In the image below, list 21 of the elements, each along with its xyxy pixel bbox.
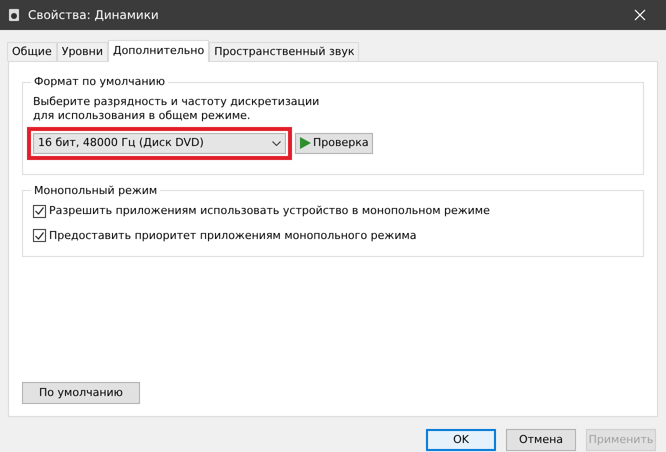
dialog-button[interactable]: Отмена (506, 429, 576, 451)
checkbox-label: Разрешить приложениям использовать устройство в монопольном режиме (49, 203, 490, 219)
description-text: Выберите разрядность и частоту дискретизации для использования в общем режиме. (33, 94, 320, 122)
window-title: Свойства: Динамики (28, 7, 159, 24)
tab[interactable]: Общие (7, 42, 57, 61)
checkbox-label: Предоставить приоритет приложениям монопольного режима (49, 228, 417, 244)
checkbox[interactable] (33, 229, 46, 242)
speaker-icon (8, 8, 20, 22)
tab[interactable]: Пространственный звук (209, 42, 360, 61)
close-icon[interactable] (634, 9, 646, 21)
tab[interactable]: Уровни (56, 42, 108, 61)
group-title: Формат по умолчанию (33, 74, 166, 90)
chevron-icon (272, 140, 281, 146)
dialog-button[interactable]: OK (426, 429, 496, 451)
play-icon (299, 137, 311, 149)
group-title: Монопольный режим (33, 182, 158, 198)
checkbox[interactable] (33, 204, 46, 218)
tab[interactable]: Дополнительно (108, 40, 210, 62)
format-dropdown[interactable]: 16 бит, 48000 Гц (Диск DVD) (33, 132, 286, 154)
test-button[interactable]: Проверка (295, 132, 373, 154)
restore-defaults-button[interactable]: По умолчанию (22, 382, 140, 404)
